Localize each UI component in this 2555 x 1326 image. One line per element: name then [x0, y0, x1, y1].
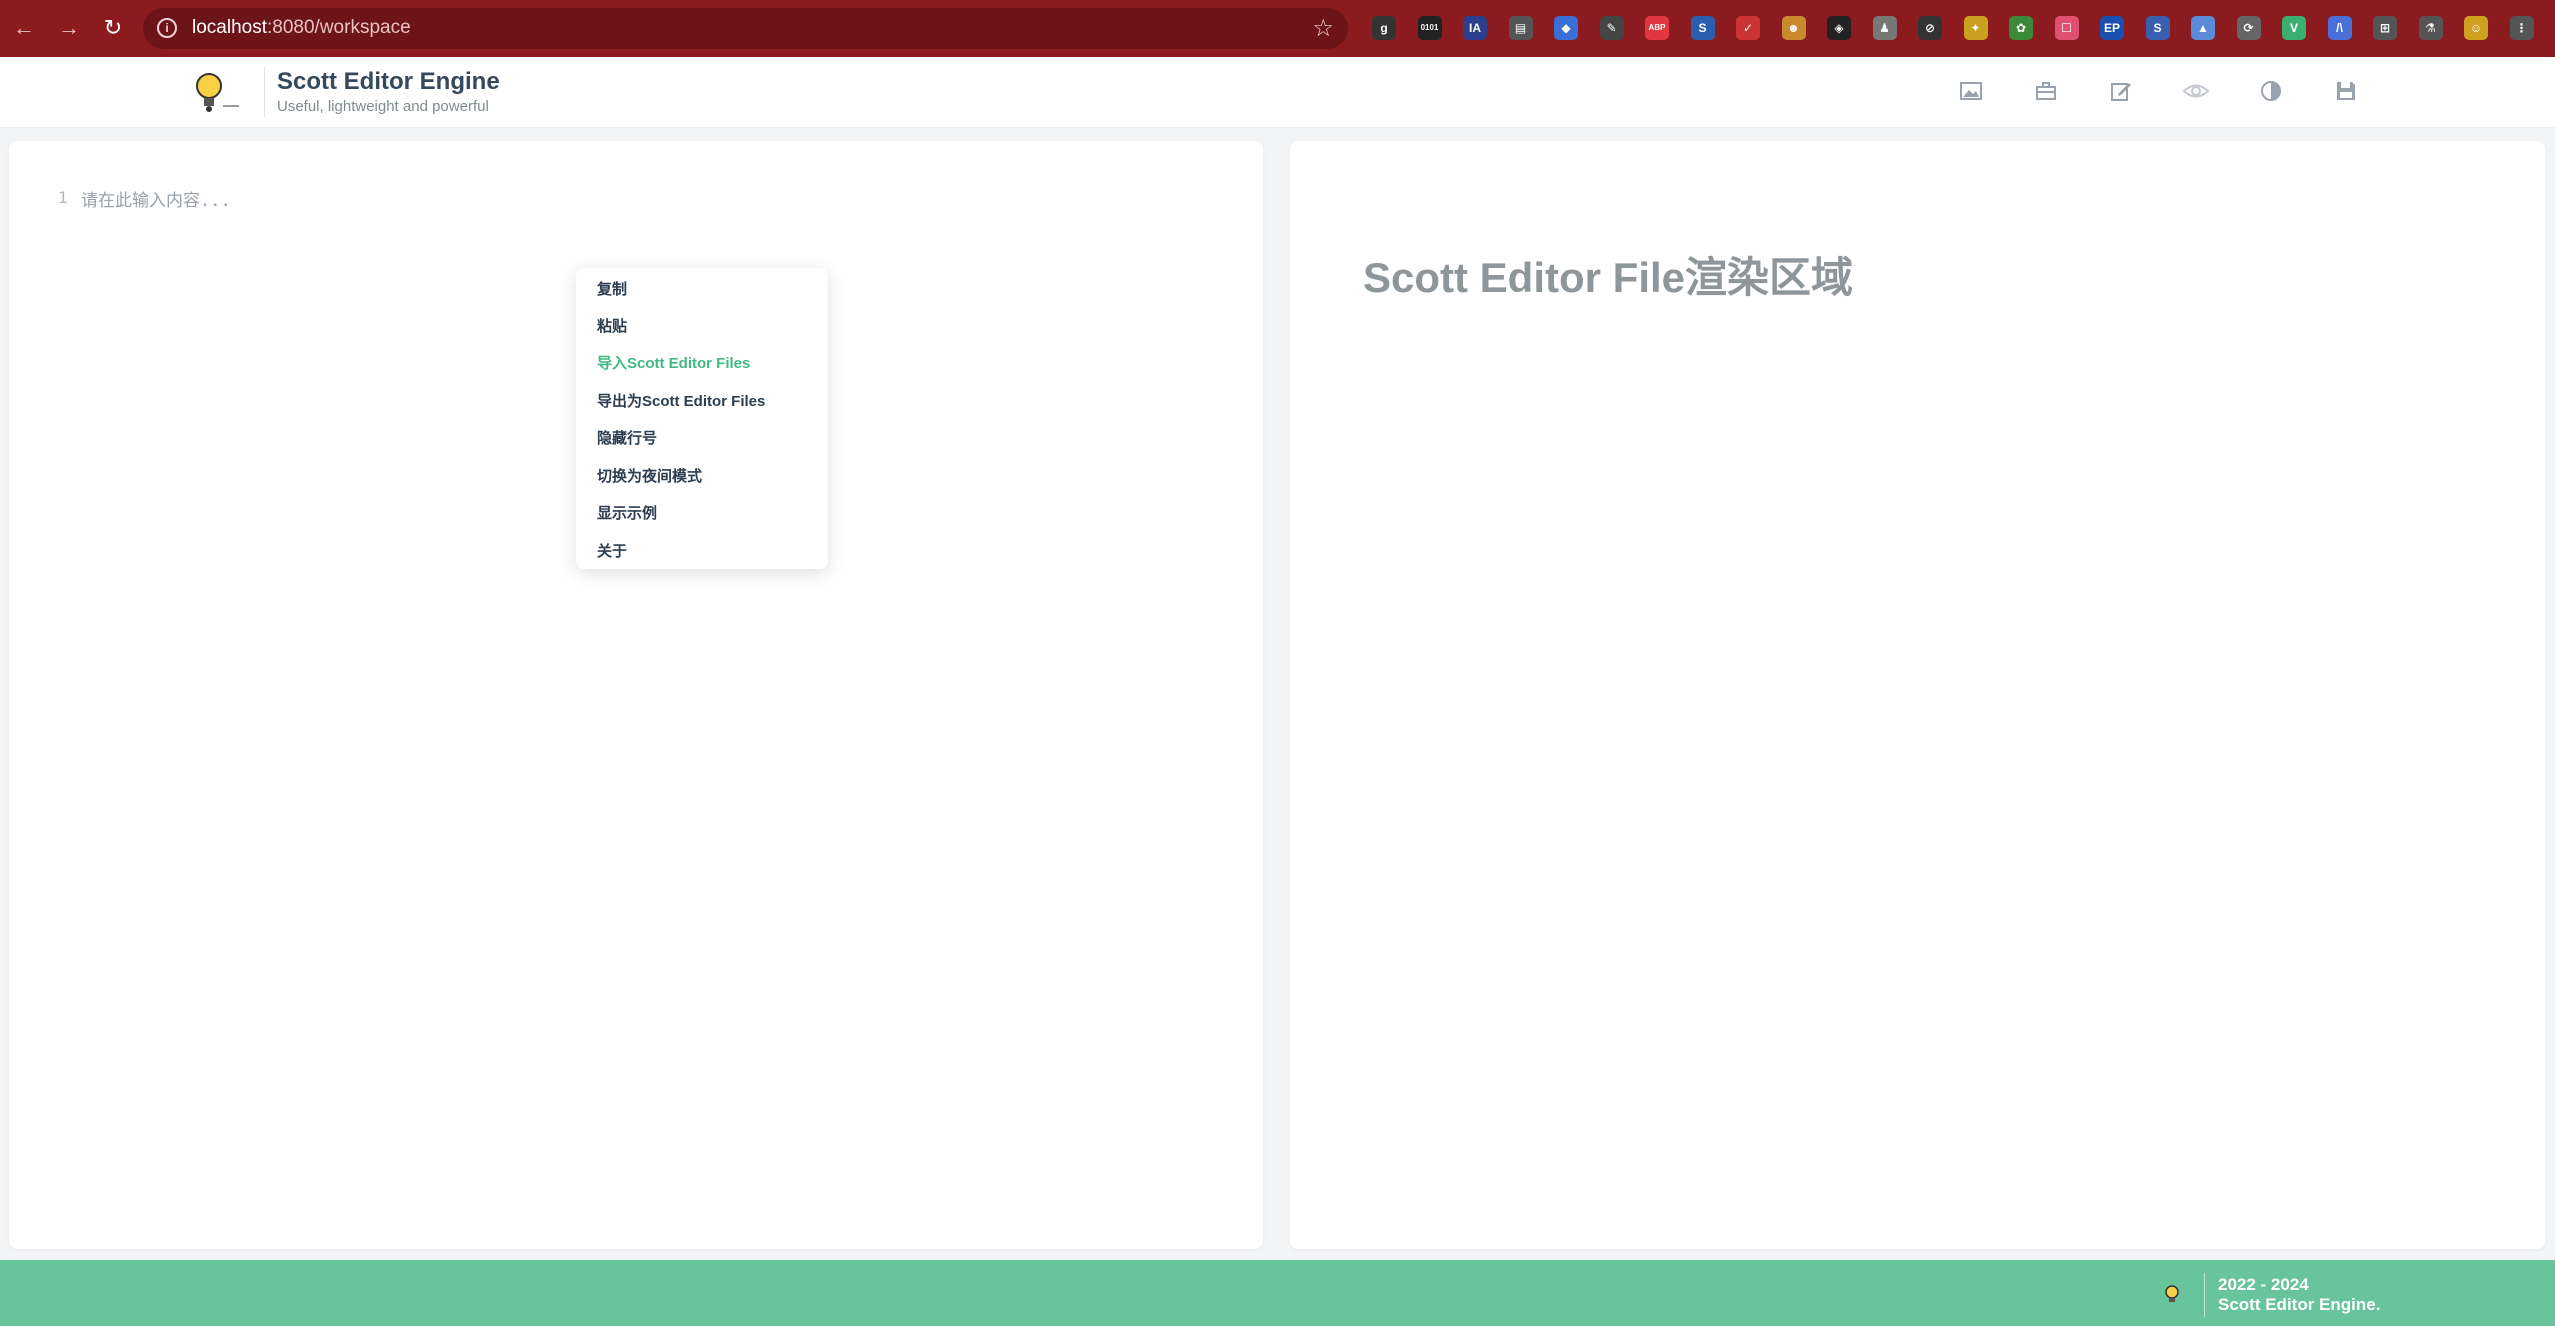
extension-icon[interactable]: ♟ [1872, 16, 1897, 40]
url-text[interactable]: localhost:8080/workspace [192, 17, 411, 39]
preview-title: Scott Editor File渲染区域 [1363, 254, 1854, 301]
menu-item-paste[interactable]: 粘贴 [597, 315, 627, 336]
menu-item-import[interactable]: 导入Scott Editor Files [597, 352, 750, 373]
extension-icon[interactable]: ☺ [2464, 16, 2488, 40]
extension-icon[interactable]: g [1372, 16, 1396, 40]
toolbox-icon[interactable] [2033, 79, 2059, 105]
contrast-icon[interactable] [2258, 79, 2284, 105]
forward-arrow-icon[interactable]: → [55, 14, 83, 42]
extension-icon[interactable]: ⋮ [2509, 16, 2534, 40]
lightbulb-logo-icon [2165, 1285, 2179, 1302]
menu-item-hide-line-numbers[interactable]: 隐藏行号 [597, 427, 657, 448]
extension-icon[interactable]: EP [2100, 16, 2124, 40]
extension-icon[interactable]: ▤ [1508, 16, 1533, 40]
extension-icon[interactable]: ◈ [1827, 16, 1851, 40]
extension-icon[interactable]: ⟳ [2236, 16, 2261, 40]
menu-item-night-mode[interactable]: 切换为夜间模式 [597, 465, 702, 486]
extension-icon[interactable]: ⊞ [2373, 16, 2397, 40]
footer-divider [2204, 1273, 2205, 1317]
edit-icon[interactable] [2108, 79, 2134, 105]
menu-item-copy[interactable]: 复制 [597, 278, 627, 299]
address-bar[interactable]: i localhost:8080/workspace ☆ [143, 8, 1348, 49]
extension-icon[interactable]: ✎ [1599, 16, 1624, 40]
reload-icon[interactable]: ↻ [99, 14, 127, 42]
extension-icon[interactable]: V [2282, 16, 2306, 40]
footer-years: 2022 - 2024 [2218, 1275, 2309, 1294]
extension-icon[interactable]: IA [1463, 16, 1487, 40]
context-menu: 复制 粘贴 导入Scott Editor Files 导出为Scott Edit… [576, 268, 828, 569]
extension-icon[interactable]: ☐ [2054, 16, 2079, 40]
bookmark-star-icon[interactable]: ☆ [1312, 14, 1334, 43]
extension-icon[interactable]: S [2145, 16, 2170, 40]
brand-subtitle: Useful, lightweight and powerful [277, 98, 489, 115]
line-number: 1 [58, 188, 68, 207]
menu-item-export[interactable]: 导出为Scott Editor Files [597, 390, 765, 411]
save-icon[interactable] [2333, 79, 2359, 105]
image-icon[interactable] [1958, 79, 1984, 105]
brand-title: Scott Editor Engine [277, 68, 500, 95]
lightbulb-logo-icon [196, 73, 239, 112]
logo-divider [264, 67, 265, 117]
extension-icon[interactable]: ABP [1645, 16, 1669, 40]
editor-placeholder[interactable]: 请在此输入内容... [81, 186, 231, 211]
preview-pane: Scott Editor File渲染区域 [1290, 141, 2545, 1249]
extension-icon[interactable]: ✦ [1963, 16, 1988, 40]
extension-icon[interactable]: S [1690, 16, 1715, 40]
browser-toolbar: ← → ↻ i localhost:8080/workspace ☆ g 0101… [0, 0, 2555, 57]
footer: 2022 - 2024 Scott Editor Engine. [0, 1260, 2555, 1326]
extension-icon[interactable]: ⚗ [2418, 16, 2443, 40]
extension-icon[interactable]: ✿ [2009, 16, 2033, 40]
extension-icon[interactable]: 0101 [1417, 16, 1442, 40]
extension-icon[interactable]: ✓ [1736, 16, 1760, 40]
extension-icon[interactable]: ☻ [1781, 16, 1806, 40]
extension-icon[interactable]: ⊘ [1918, 16, 1942, 40]
menu-item-about[interactable]: 关于 [597, 540, 627, 561]
workspace: 1 请在此输入内容... Scott Editor File渲染区域 [0, 128, 2555, 1260]
footer-name: Scott Editor Engine. [2218, 1295, 2381, 1314]
back-arrow-icon[interactable]: ← [10, 14, 38, 42]
menu-item-show-example[interactable]: 显示示例 [597, 502, 657, 523]
extension-icon[interactable]: /\ [2327, 16, 2352, 40]
app-header: Scott Editor Engine Useful, lightweight … [0, 57, 2555, 128]
extension-icon[interactable]: ◆ [1554, 16, 1578, 40]
site-info-icon[interactable]: i [157, 18, 177, 38]
extension-icon[interactable]: ▲ [2191, 16, 2215, 40]
eye-icon[interactable] [2182, 79, 2210, 105]
